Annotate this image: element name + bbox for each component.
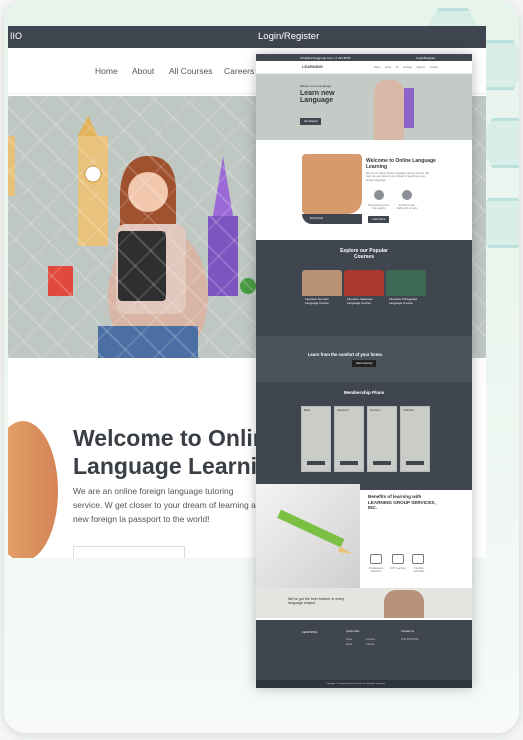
book-icon — [402, 190, 412, 200]
nav-careers[interactable]: Careers — [224, 66, 254, 76]
course-title[interactable]: Intensive Japanese Language Course — [344, 296, 384, 307]
footer-heading-contact: Contact Us — [401, 630, 414, 633]
courses-title: Explore our Popular Courses — [340, 248, 388, 260]
globe-icon — [374, 190, 384, 200]
comfort-button[interactable]: Start Learning — [352, 360, 377, 367]
front-welcome-title: Welcome to Online Language Learning — [366, 158, 436, 170]
front-hero-woman — [374, 80, 404, 140]
teacher-photo — [384, 590, 424, 618]
plan-button[interactable] — [307, 461, 325, 465]
front-login-link[interactable]: Login/Register — [416, 56, 435, 60]
front-logo[interactable]: LEARNING — [302, 64, 323, 69]
front-nav-links[interactable]: Home About All Courses Careers Contact — [374, 66, 438, 69]
plan-name: Premium — [370, 409, 381, 412]
footer-contact: 1234 5678 9012 — [401, 638, 419, 641]
front-top-bar: info@learninggroup.com +1 234 5678 Login… — [256, 54, 472, 61]
teacher-text: We've got the best teacher in every lang… — [288, 597, 345, 606]
teacher-icon — [370, 554, 382, 564]
course-image — [344, 270, 384, 296]
footer-link-home[interactable]: Home — [346, 638, 352, 641]
course-image — [302, 270, 342, 296]
front-nav: LEARNING Home About All Courses Careers … — [256, 61, 472, 74]
learn-more-button[interactable]: Learn More — [368, 216, 390, 223]
plan-name: Basic — [304, 409, 311, 412]
course-title[interactable]: Intensive German Language Course — [302, 296, 342, 307]
membership-title: Membership Plans — [343, 390, 385, 395]
full-page-screenshot: info@learninggroup.com +1 234 5678 Login… — [256, 54, 472, 688]
membership-section: Membership Plans — [256, 382, 472, 490]
benefit-3: Flexible Schedule — [413, 567, 425, 574]
teacher-banner: We've got the best teacher in every lang… — [256, 588, 472, 618]
course-card[interactable]: Intensive German Language Course — [302, 270, 342, 326]
feature-card — [73, 546, 185, 558]
course-image — [386, 270, 426, 296]
front-welcome-image — [302, 154, 362, 214]
comfort-title: Learn from the comfort of your home. — [308, 352, 383, 357]
front-hero-title: Learn new Language — [300, 90, 335, 104]
clock-icon — [392, 554, 404, 564]
footer-link-about[interactable]: About — [346, 643, 352, 646]
course-card[interactable]: Intensive Japanese Language Course — [344, 270, 384, 326]
preview-card: IIO Login/Register Home About All Course… — [4, 0, 519, 733]
footer-copyright-bar: Copyright © Learning Group Services Inc.… — [256, 680, 472, 688]
feature-label-2: Enhance your skills with us now — [397, 204, 417, 211]
copyright-text: Copyright © Learning Group Services Inc.… — [326, 683, 386, 685]
plan-button[interactable] — [340, 461, 358, 465]
plan-card[interactable]: Unlimited — [400, 406, 430, 472]
plan-card[interactable]: Premium — [367, 406, 397, 472]
plan-name: Unlimited — [403, 409, 414, 412]
calendar-icon — [412, 554, 424, 564]
plan-button[interactable] — [406, 461, 424, 465]
nav-all-courses[interactable]: All Courses — [169, 66, 212, 76]
plan-button[interactable] — [373, 461, 391, 465]
front-hero-button[interactable]: Get Started — [300, 118, 322, 125]
welcome-description: We are an online foreign language tutori… — [73, 486, 256, 524]
front-hero-tower — [404, 88, 414, 128]
benefit-2: 24/7 Learning — [390, 567, 406, 570]
plan-card[interactable]: Advanced — [334, 406, 364, 472]
front-contact-info: info@learninggroup.com +1 234 5678 — [300, 56, 351, 60]
login-register-link[interactable]: Login/Register — [258, 31, 319, 42]
footer-link-courses[interactable]: Courses — [366, 638, 375, 641]
front-enroll-button[interactable]: Enroll Now! — [302, 214, 362, 224]
brand-text: IIO — [10, 31, 23, 41]
nav-about[interactable]: About — [132, 66, 154, 76]
footer-link-careers[interactable]: Careers — [366, 643, 375, 646]
keyboard-image — [256, 484, 360, 588]
footer-heading-links: Quick Links — [346, 630, 360, 633]
plan-name: Advanced — [337, 409, 349, 412]
comfort-banner: Learn from the comfort of your home. Sta… — [256, 336, 472, 382]
footer: LEARNING Quick Links Contact Us Home Abo… — [256, 620, 472, 688]
plan-card[interactable]: Basic — [301, 406, 331, 472]
feature-label-1: Best learning from live experts — [368, 204, 390, 211]
course-title[interactable]: Intensive Portuguese Language Course — [386, 296, 426, 307]
footer-logo: LEARNING — [302, 630, 318, 634]
front-welcome-desc: We are an online foreign language tutori… — [366, 172, 430, 182]
front-hero: Master a new language Learn new Language… — [256, 74, 472, 140]
nav-home[interactable]: Home — [95, 66, 118, 76]
benefits-title: Benefits of learning with LEARNING GROUP… — [368, 494, 436, 511]
course-card[interactable]: Intensive Portuguese Language Course — [386, 270, 426, 326]
front-hero-subtitle: Master a new language — [300, 84, 332, 88]
top-bar: IIO Login/Register — [8, 26, 486, 48]
pencil-icon — [277, 509, 352, 554]
welcome-image-circle — [8, 421, 58, 558]
benefit-1: Professional Teachers — [368, 567, 384, 574]
